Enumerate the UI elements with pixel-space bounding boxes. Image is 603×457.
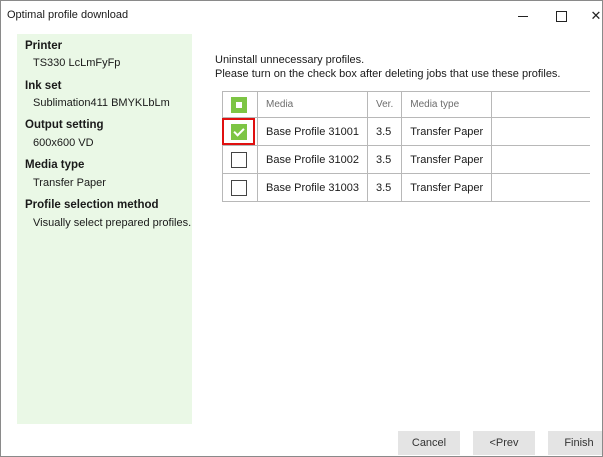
row-ver: 3.5 <box>366 117 403 146</box>
profile-download-window: Optimal profile download ✕ Printer TS330… <box>0 0 603 457</box>
cancel-button[interactable]: Cancel <box>398 431 460 455</box>
row-checkbox[interactable] <box>231 179 247 196</box>
ink-set-value: Sublimation411 BMYKLbLm <box>33 97 170 109</box>
printer-label: Printer <box>25 40 63 52</box>
row-media: Base Profile 31002 <box>257 145 368 174</box>
header-ver: Ver. <box>366 91 403 118</box>
profile-table: Media Ver. Media type Base Profile 31001… <box>222 91 591 202</box>
window-title: Optimal profile download <box>7 9 129 21</box>
minimize-icon <box>518 16 528 18</box>
header-media-type: Media type <box>401 91 493 118</box>
maximize-button[interactable] <box>549 6 573 26</box>
select-all-checkbox[interactable] <box>231 96 247 113</box>
output-setting-label: Output setting <box>25 119 104 131</box>
title-bar[interactable]: Optimal profile download ✕ <box>1 1 602 31</box>
row-checkbox[interactable] <box>231 151 247 168</box>
row-extra <box>491 173 591 202</box>
header-extra <box>491 91 591 118</box>
row-checkbox-cell <box>222 117 258 146</box>
selection-method-label: Profile selection method <box>25 199 159 211</box>
settings-summary-panel: Printer TS330 LcLmFyFp Ink set Sublimati… <box>17 34 192 424</box>
row-checkbox[interactable] <box>231 123 247 140</box>
row-media: Base Profile 31001 <box>257 117 368 146</box>
minimize-button[interactable] <box>511 6 535 26</box>
row-ver: 3.5 <box>366 145 403 174</box>
table-row[interactable]: Base Profile 31003 3.5 Transfer Paper <box>222 173 591 202</box>
close-icon: ✕ <box>590 8 602 23</box>
row-media-type: Transfer Paper <box>401 117 493 146</box>
instruction-line-2: Please turn on the check box after delet… <box>215 68 561 80</box>
header-media: Media <box>257 91 368 118</box>
prev-button[interactable]: <Prev <box>473 431 535 455</box>
table-header-row: Media Ver. Media type <box>222 91 591 118</box>
ink-set-label: Ink set <box>25 80 62 92</box>
row-checkbox-cell <box>222 145 258 174</box>
table-row[interactable]: Base Profile 31001 3.5 Transfer Paper <box>222 117 591 146</box>
row-media-type: Transfer Paper <box>401 173 493 202</box>
media-type-label: Media type <box>25 159 85 171</box>
row-media: Base Profile 31003 <box>257 173 368 202</box>
row-extra <box>491 145 591 174</box>
selection-method-value: Visually select prepared profiles. <box>33 217 192 229</box>
row-checkbox-cell <box>222 173 258 202</box>
table-row[interactable]: Base Profile 31002 3.5 Transfer Paper <box>222 145 591 174</box>
printer-value: TS330 LcLmFyFp <box>33 57 121 69</box>
close-button[interactable]: ✕ <box>584 6 602 26</box>
row-extra <box>491 117 591 146</box>
finish-button[interactable]: Finish <box>548 431 602 455</box>
output-setting-value: 600x600 VD <box>33 137 94 149</box>
maximize-icon <box>555 11 567 23</box>
instruction-line-1: Uninstall unnecessary profiles. <box>215 54 365 66</box>
media-type-value: Transfer Paper <box>33 177 106 189</box>
row-media-type: Transfer Paper <box>401 145 493 174</box>
row-ver: 3.5 <box>366 173 403 202</box>
select-all-cell <box>222 91 258 118</box>
